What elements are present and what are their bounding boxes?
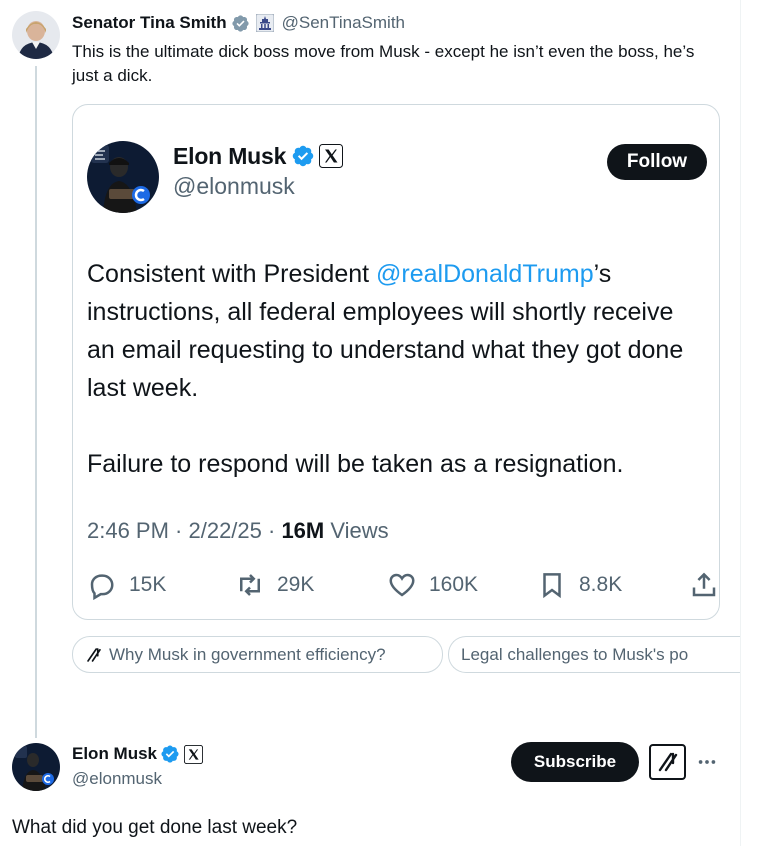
like-count: 160K bbox=[429, 573, 479, 596]
x-logo-icon[interactable] bbox=[184, 744, 204, 764]
reply-author-name[interactable]: Elon Musk bbox=[72, 744, 157, 764]
tweet-header: Senator Tina Smith @SenTinaSmith bbox=[72, 12, 405, 34]
chip-label: Why Musk in government efficiency? bbox=[109, 644, 386, 664]
more-icon bbox=[698, 760, 716, 764]
author-name[interactable]: Senator Tina Smith bbox=[72, 13, 227, 33]
verified-gray-icon[interactable] bbox=[231, 14, 250, 33]
timeline-divider bbox=[740, 0, 741, 846]
reply-count: 15K bbox=[129, 573, 167, 596]
share-action bbox=[689, 567, 719, 603]
views-label: Views bbox=[324, 518, 389, 543]
post-timestamp: 2:46 PM · 2/22/25 · bbox=[87, 518, 282, 543]
embedded-post-image[interactable]: Elon Musk @elonmusk Follow Consistent wi… bbox=[72, 104, 720, 620]
reply-header: Elon Musk bbox=[72, 743, 204, 765]
author-handle[interactable]: @SenTinaSmith bbox=[282, 13, 405, 33]
embedded-text-prefix: Consistent with President bbox=[87, 260, 377, 288]
like-action: 160K bbox=[387, 567, 478, 603]
embedded-post-text: Consistent with President @realDonaldTru… bbox=[87, 255, 707, 483]
reply-author-avatar[interactable] bbox=[12, 743, 60, 791]
repost-count: 29K bbox=[277, 573, 315, 596]
embedded-author-name: Elon Musk bbox=[173, 142, 287, 169]
embedded-text-second: Failure to respond will be taken as a re… bbox=[87, 450, 624, 478]
reply-author-handle[interactable]: @elonmusk bbox=[72, 769, 162, 789]
subscribe-button[interactable]: Subscribe bbox=[511, 742, 639, 782]
x-logo-icon bbox=[319, 144, 344, 168]
tweet-text: This is the ultimate dick boss move from… bbox=[72, 42, 695, 85]
views-count: 16M bbox=[281, 518, 325, 543]
grok-icon bbox=[658, 752, 677, 772]
embedded-author-block: Elon Musk @elonmusk bbox=[173, 141, 344, 200]
grok-button[interactable] bbox=[649, 744, 686, 780]
embedded-author-avatar bbox=[87, 141, 159, 213]
mention-link: @realDonaldTrump bbox=[376, 260, 594, 288]
thread-connector-line bbox=[35, 66, 37, 738]
government-label-icon[interactable] bbox=[255, 14, 274, 32]
repost-action: 29K bbox=[235, 567, 314, 603]
post-meta: 2:46 PM · 2/22/25 · 16M Views bbox=[87, 518, 389, 544]
verified-blue-icon[interactable] bbox=[160, 744, 180, 764]
reply-text: What did you get done last week? bbox=[12, 817, 298, 838]
grok-suggestion-chip[interactable]: Why Musk in government efficiency? bbox=[72, 636, 443, 673]
follow-button: Follow bbox=[607, 144, 707, 180]
more-options-button[interactable] bbox=[694, 750, 720, 774]
share-icon bbox=[692, 572, 716, 597]
chip-label: Legal challenges to Musk's po bbox=[461, 644, 689, 664]
bookmark-count: 8.8K bbox=[579, 573, 623, 596]
reply-action: 15K bbox=[87, 567, 166, 603]
repost-icon bbox=[240, 574, 260, 596]
embedded-action-bar: 15K 29K 160K 8.8K bbox=[87, 567, 719, 603]
senator-avatar[interactable] bbox=[12, 11, 60, 59]
grok-suggestion-chip[interactable]: Legal challenges to Musk's po bbox=[448, 636, 740, 673]
bookmark-icon bbox=[543, 573, 561, 599]
reply-icon bbox=[90, 574, 114, 600]
heart-icon bbox=[389, 573, 415, 597]
verified-blue-icon bbox=[292, 145, 314, 167]
embedded-author-handle: @elonmusk bbox=[173, 173, 295, 199]
grok-icon bbox=[87, 647, 101, 662]
bookmark-action: 8.8K bbox=[537, 567, 622, 603]
